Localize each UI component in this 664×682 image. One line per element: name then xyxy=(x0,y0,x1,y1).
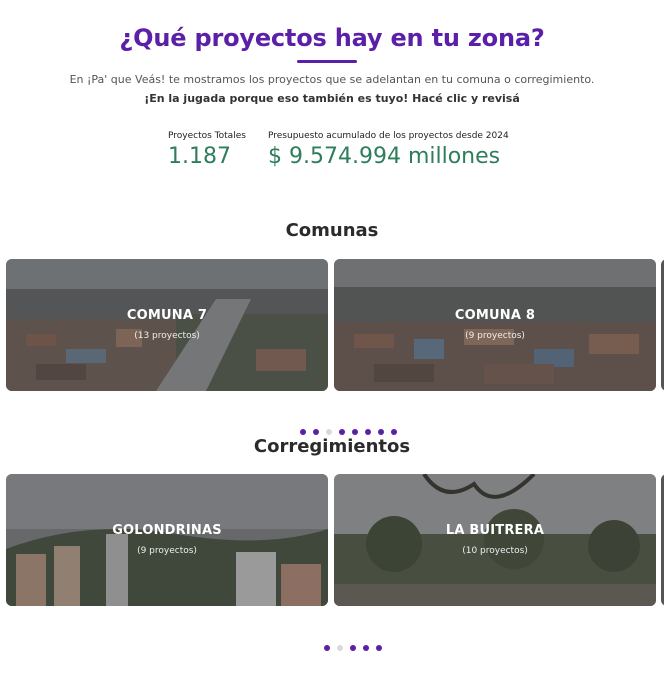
carousel-dot[interactable] xyxy=(376,645,382,651)
corregimiento-project-count: (10 proyectos) xyxy=(462,546,528,556)
total-projects-stat: Proyectos Totales 1.187 xyxy=(168,131,246,169)
carousel-dot[interactable] xyxy=(352,429,358,435)
card-overlay xyxy=(6,259,328,391)
intro-line: En ¡Pa' que Veás! te mostramos los proye… xyxy=(69,73,595,86)
budget-label: Presupuesto acumulado de los proyectos d… xyxy=(268,131,509,141)
comuna-card[interactable]: COMUNA 8 (9 proyectos) xyxy=(334,259,656,391)
budget-stat: Presupuesto acumulado de los proyectos d… xyxy=(268,131,509,169)
card-overlay xyxy=(334,259,656,391)
corregimientos-section-title: Corregimientos xyxy=(253,436,411,457)
corregimiento-project-count: (9 proyectos) xyxy=(137,546,197,556)
intro-text: En ¡Pa' que Veás! te mostramos los proye… xyxy=(0,70,664,108)
carousel-dot[interactable] xyxy=(326,429,332,435)
carousel-dot[interactable] xyxy=(313,429,319,435)
carousel-dot[interactable] xyxy=(350,645,356,651)
comuna-project-count: (9 proyectos) xyxy=(465,331,525,341)
comunas-section-title: Comunas xyxy=(285,220,379,241)
carousel-dot[interactable] xyxy=(339,429,345,435)
carousel-dot[interactable] xyxy=(300,429,306,435)
corregimiento-card[interactable]: GOLONDRINAS (9 proyectos) xyxy=(6,474,328,606)
title-underline xyxy=(297,60,357,63)
budget-value: $ 9.574.994 millones xyxy=(268,144,501,169)
carousel-dot[interactable] xyxy=(337,645,343,651)
total-projects-value: 1.187 xyxy=(168,144,231,169)
corregimiento-card[interactable]: LA BUITRERA (10 proyectos) xyxy=(334,474,656,606)
carousel-dot[interactable] xyxy=(391,429,397,435)
carousel-dot[interactable] xyxy=(324,645,330,651)
corregimientos-carousel-dots xyxy=(324,645,382,651)
carousel-dot[interactable] xyxy=(365,429,371,435)
corregimiento-name: GOLONDRINAS xyxy=(112,523,222,538)
card-overlay xyxy=(6,474,328,606)
card-overlay xyxy=(334,474,656,606)
carousel-dot[interactable] xyxy=(363,645,369,651)
comuna-project-count: (13 proyectos) xyxy=(134,331,200,341)
comuna-name: COMUNA 7 xyxy=(126,308,208,323)
comunas-carousel-dots xyxy=(300,429,397,435)
comuna-card[interactable]: COMUNA 7 (13 proyectos) xyxy=(6,259,328,391)
intro-call-to-action: ¡En la jugada porque eso también es tuyo… xyxy=(144,92,520,105)
total-projects-label: Proyectos Totales xyxy=(168,131,246,141)
page-title: ¿Qué proyectos hay en tu zona? xyxy=(119,24,545,52)
carousel-dot[interactable] xyxy=(378,429,384,435)
corregimiento-name: LA BUITRERA xyxy=(445,523,545,538)
comuna-name: COMUNA 8 xyxy=(454,308,536,323)
